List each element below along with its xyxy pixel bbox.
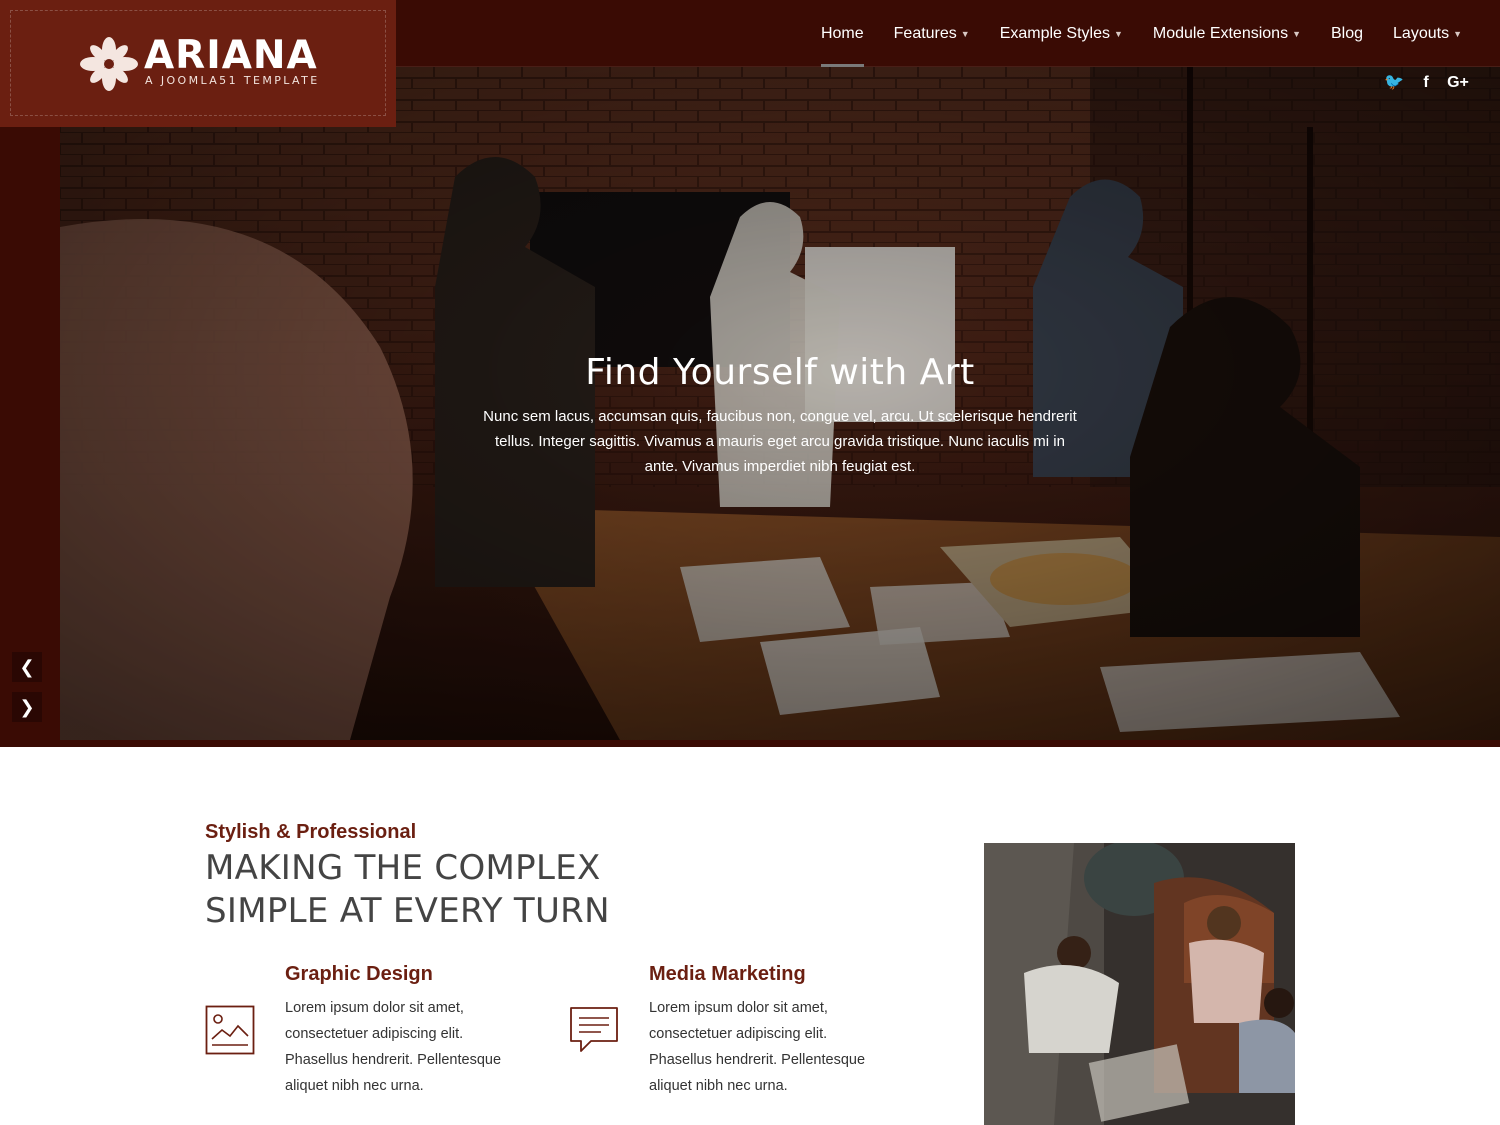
feature-title: Media Marketing xyxy=(649,963,806,985)
feature-text: Lorem ipsum dolor sit amet, consectetuer… xyxy=(285,1000,502,1094)
google-plus-icon[interactable]: G+ xyxy=(1442,74,1474,92)
section-eyebrow: Stylish & Professional xyxy=(205,821,417,843)
slider-prev-button[interactable]: ❮ xyxy=(12,652,42,682)
caret-down-icon: ▼ xyxy=(1292,28,1301,39)
facebook-icon[interactable]: f xyxy=(1410,74,1442,92)
caret-down-icon: ▼ xyxy=(1453,28,1462,39)
nav-item-label: Blog xyxy=(1331,24,1364,42)
caret-down-icon: ▼ xyxy=(1113,28,1123,39)
nav-item-label: Module Extensions xyxy=(1152,24,1289,42)
logo-title: ARIANA xyxy=(144,33,318,78)
image-icon xyxy=(205,1005,255,1055)
hero-text: Nunc sem lacus, accumsan quis, faucibus … xyxy=(483,408,1077,475)
twitter-icon[interactable]: 🐦 xyxy=(1378,74,1410,92)
logo[interactable]: ARIANA A JOOMLA51 TEMPLATE xyxy=(0,0,396,127)
nav-item-module-extensions[interactable]: Module Extensions ▼ xyxy=(1153,0,1301,67)
hero-caption: Find Yourself with Art Nunc sem lacus, a… xyxy=(480,350,1080,479)
nav-item-layouts[interactable]: Layouts ▼ xyxy=(1393,0,1462,67)
section-heading: MAKING THE COMPLEX SIMPLE AT EVERY TURN xyxy=(205,847,665,933)
chevron-left-icon: ❮ xyxy=(19,657,35,677)
nav-item-label: Example Styles xyxy=(999,24,1110,42)
logo-tagline: A JOOMLA51 TEMPLATE xyxy=(145,74,320,87)
nav-item-home[interactable]: Home xyxy=(820,0,864,67)
nav-item-label: Home xyxy=(820,24,864,42)
chat-icon xyxy=(570,1007,618,1052)
social-links: 🐦 f G+ xyxy=(1378,74,1474,92)
chevron-right-icon: ❯ xyxy=(19,697,35,717)
section-heading-line: SIMPLE AT EVERY TURN xyxy=(205,891,610,931)
nav-item-example-styles[interactable]: Example Styles ▼ xyxy=(1000,0,1123,67)
section-heading-line: MAKING THE COMPLEX xyxy=(205,848,601,888)
flower-logo-icon xyxy=(80,37,138,91)
slider-next-button[interactable]: ❯ xyxy=(12,692,42,722)
team-photo xyxy=(984,843,1295,1125)
nav-item-blog[interactable]: Blog xyxy=(1331,0,1363,67)
hero-title: Find Yourself with Art xyxy=(585,352,975,393)
feature-text: Lorem ipsum dolor sit amet, consectetuer… xyxy=(649,1000,866,1094)
caret-down-icon: ▼ xyxy=(960,28,970,39)
main-menu: Home Features ▼ Example Styles ▼ Module … xyxy=(791,0,1462,67)
nav-item-label: Features xyxy=(893,24,957,42)
nav-item-features[interactable]: Features ▼ xyxy=(894,0,970,67)
nav-item-label: Layouts xyxy=(1393,24,1450,42)
feature-title: Graphic Design xyxy=(285,963,433,985)
